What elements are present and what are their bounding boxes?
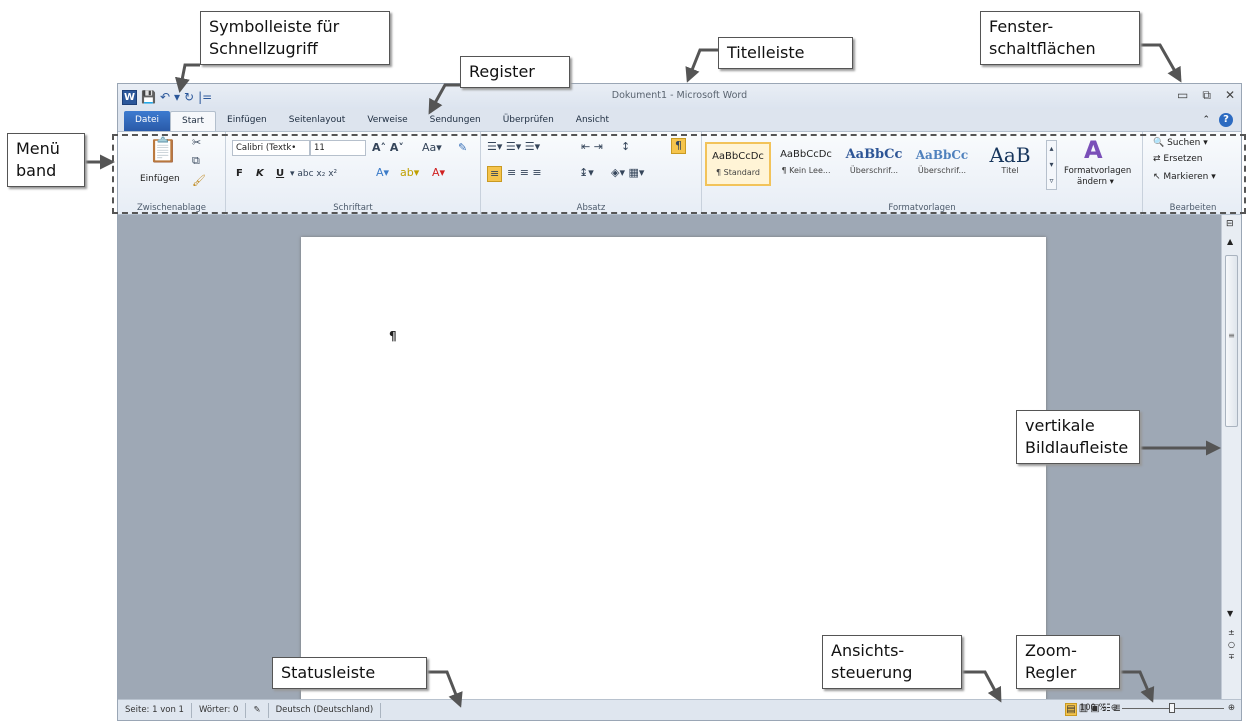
ribbon-highlight [112,134,1246,214]
zoom-level[interactable]: 100 % [1080,703,1107,713]
status-language[interactable]: Deutsch (Deutschland) [269,702,382,718]
callout-text: band [16,161,57,180]
tab-view[interactable]: Ansicht [565,111,620,131]
restore-icon[interactable]: ⧉ [1202,88,1211,103]
callout-text: schaltflächen [989,39,1096,58]
status-bar: Seite: 1 von 1 Wörter: 0 ✎ Deutsch (Deut… [118,699,1241,720]
ruler-toggle-icon[interactable]: ⊟ [1226,219,1234,229]
callout-view-controls: Ansichts- steuerung [822,635,962,689]
status-words[interactable]: Wörter: 0 [192,702,247,718]
callout-text: Statusleiste [281,663,376,682]
close-icon[interactable]: ✕ [1225,88,1235,103]
print-layout-icon[interactable]: ▤ [1065,703,1077,716]
tab-file[interactable]: Datei [124,111,171,131]
callout-text: Menü [16,139,60,158]
scroll-down-icon[interactable]: ▼ [1227,609,1233,618]
browse-object-icon[interactable]: ± ○ ∓ [1228,627,1235,663]
tab-references[interactable]: Verweise [356,111,418,131]
callout-text: Register [469,62,535,81]
callout-ribbon: Menü band [7,133,85,187]
tab-review[interactable]: Überprüfen [492,111,565,131]
callout-quick-access: Symbolleiste für Schnellzugriff [200,11,390,65]
callout-scrollbar: vertikale Bildlaufleiste [1016,410,1140,464]
callout-zoom: Zoom- Regler [1016,635,1120,689]
proofing-icon[interactable]: ✎ [246,702,269,718]
tab-page-layout[interactable]: Seitenlayout [278,111,357,131]
callout-text: Symbolleiste für [209,17,340,36]
collapse-ribbon-icon[interactable]: ⌃ [1202,115,1210,125]
zoom-slider[interactable] [1121,702,1224,713]
callout-text: vertikale [1025,416,1095,435]
callout-titlebar: Titelleiste [718,37,853,69]
vertical-scrollbar[interactable]: ⊟ ▲ ≡ ▼ ± ○ ∓ [1221,215,1241,701]
tab-start[interactable]: Start [170,111,217,131]
scroll-thumb[interactable]: ≡ [1225,255,1238,427]
callout-text: Titelleiste [727,43,805,62]
callout-text: Fenster- [989,17,1054,36]
tab-mailings[interactable]: Sendungen [419,111,492,131]
callout-text: steuerung [831,663,913,682]
zoom-control: 100 % ⊖ ⊕ [1080,702,1235,713]
document-page[interactable]: ¶ [301,237,1046,701]
callout-text: Zoom- [1025,641,1077,660]
ribbon-tabs: Datei Start Einfügen Seitenlayout Verwei… [118,109,1241,131]
scroll-up-icon[interactable]: ▲ [1227,237,1233,246]
help-icon[interactable]: ? [1219,113,1233,127]
callout-text: Bildlaufleiste [1025,438,1129,457]
window-title: Dokument1 - Microsoft Word [611,90,748,101]
callout-text: Ansichts- [831,641,905,660]
minimize-icon[interactable]: ▭ [1177,88,1188,103]
tab-insert[interactable]: Einfügen [216,111,278,131]
zoom-in-icon[interactable]: ⊕ [1228,703,1235,713]
zoom-slider-knob[interactable] [1168,702,1175,713]
callout-statusbar: Statusleiste [272,657,427,689]
window-controls: ▭ ⧉ ✕ [1177,88,1235,103]
callout-register: Register [460,56,570,88]
title-bar: W 💾 ↶ ▾ ↻ |= Dokument1 - Microsoft Word … [118,84,1241,109]
status-page[interactable]: Seite: 1 von 1 [118,702,192,718]
help-area: ⌃ ? [1202,113,1233,127]
callout-text: Schnellzugriff [209,39,318,58]
callout-window-buttons: Fenster- schaltflächen [980,11,1140,65]
zoom-out-icon[interactable]: ⊖ [1111,703,1118,713]
paragraph-mark: ¶ [389,329,397,343]
callout-text: Regler [1025,663,1077,682]
